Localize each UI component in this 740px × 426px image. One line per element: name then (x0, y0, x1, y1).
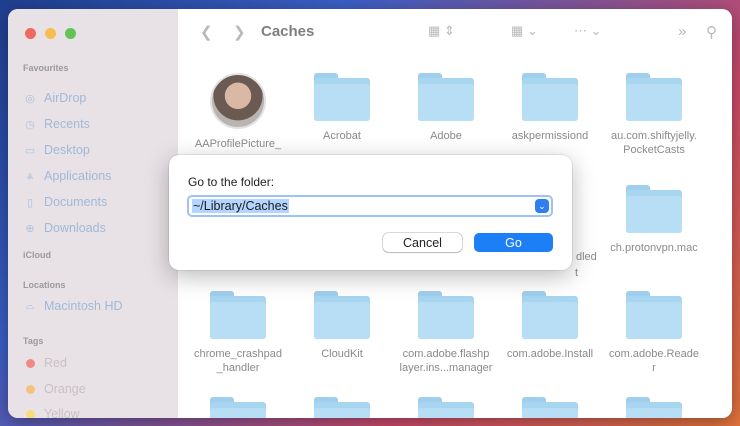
file-item[interactable]: Acrobat (290, 73, 394, 143)
favourites-header: Favourites (23, 63, 69, 73)
file-name: com.adobe.Install (506, 348, 594, 360)
file-name: Adobe (430, 130, 462, 142)
sidebar-item-label: Recents (44, 117, 90, 131)
minimize-button[interactable] (45, 28, 56, 39)
file-item[interactable]: CloudKit (290, 291, 394, 361)
zoom-button[interactable] (65, 28, 76, 39)
sidebar: Favourites ◎ AirDrop ◷ Recents ▭ Desktop ⩓ Appl… (8, 9, 178, 418)
file-item[interactable]: askpermissiond (498, 73, 602, 143)
sidebar-item-label: Documents (44, 195, 108, 209)
folder-icon (418, 291, 474, 339)
disk-icon: ⌓ (25, 299, 35, 312)
folder-icon[interactable] (626, 397, 682, 418)
file-name: ch.protonvpn.mac (610, 242, 698, 254)
search-icon[interactable]: ⚲ (706, 23, 717, 41)
file-name: com.adobe.flashp layer.ins...manager (399, 348, 493, 374)
profile-picture-icon (210, 73, 266, 129)
go-to-folder-dialog: Go to the folder: ~/Library/Caches ⌄ Can… (169, 155, 572, 270)
folder-icon (626, 291, 682, 339)
cancel-button[interactable]: Cancel (383, 233, 462, 252)
sidebar-tag-label: Orange (44, 382, 86, 396)
airdrop-icon: ◎ (25, 92, 35, 105)
close-button[interactable] (25, 28, 36, 39)
sidebar-item-label: Desktop (44, 143, 90, 157)
file-name: au.com.shiftyjelly. PocketCasts (611, 130, 697, 156)
folder-icon (626, 73, 682, 121)
double-chevron-icon[interactable]: » (678, 23, 686, 40)
icloud-header: iCloud (23, 250, 51, 260)
folder-icon (522, 291, 578, 339)
tag-dot-icon (26, 409, 35, 418)
sidebar-item-label: AirDrop (44, 91, 87, 105)
sidebar-item-1[interactable]: ◷ Recents (23, 115, 90, 133)
toolbar: ❮ ❯ Caches ▦ ⇕ ▦ ⌄ ⋯ ⌄ » ⚲ (178, 9, 732, 57)
sidebar-item-3[interactable]: ⩓ Applications (23, 167, 112, 185)
sidebar-item-2[interactable]: ▭ Desktop (23, 141, 90, 159)
sidebar-tag[interactable]: Red (23, 354, 67, 372)
locations-header: Locations (23, 280, 66, 290)
sidebar-tag-label: Red (44, 356, 67, 370)
folder-icon (522, 73, 578, 121)
document-icon: ▯ (26, 196, 34, 209)
chevron-down-icon[interactable]: ⌄ (535, 199, 549, 213)
clock-icon: ◷ (25, 118, 35, 131)
file-item[interactable]: chrome_crashpad _handler (186, 291, 290, 375)
tag-dot-icon (26, 358, 35, 368)
file-item[interactable]: com.adobe.Install (498, 291, 602, 361)
file-item[interactable]: au.com.shiftyjelly. PocketCasts (602, 73, 706, 157)
sidebar-tag[interactable]: Orange (23, 380, 86, 398)
folder-icon (314, 291, 370, 339)
file-name: CloudKit (321, 348, 363, 360)
folder-icon (210, 291, 266, 339)
partial-file-label: dled (576, 251, 597, 263)
partial-file-label: t (575, 267, 579, 279)
sidebar-item-5[interactable]: ⊕ Downloads (23, 219, 106, 237)
grid-view-icon[interactable]: ▦ ⇕ (428, 23, 455, 39)
file-name: askpermissiond (511, 130, 589, 142)
file-item[interactable]: com.adobe.Reade r (602, 291, 706, 375)
sidebar-item-4[interactable]: ▯ Documents (23, 193, 107, 211)
sidebar-item-label: Applications (44, 169, 112, 183)
more-icon[interactable]: ⋯ ⌄ (574, 23, 602, 39)
file-name: Acrobat (323, 130, 361, 142)
dialog-label: Go to the folder: (188, 175, 275, 189)
file-name: AAProfilePicture_ (194, 138, 282, 150)
applications-icon: ⩓ (26, 169, 34, 182)
folder-icon (626, 185, 682, 233)
chevron-right-icon[interactable]: ❯ (233, 23, 246, 41)
folder-icon (314, 73, 370, 121)
folder-icon (418, 73, 474, 121)
file-name: com.adobe.Reade r (609, 348, 699, 374)
file-item[interactable]: AAProfilePicture_ (186, 73, 290, 151)
group-icon[interactable]: ▦ ⌄ (511, 23, 538, 39)
folder-icon[interactable] (314, 397, 370, 418)
sidebar-item-location[interactable]: ⌓ Macintosh HD (23, 297, 123, 315)
file-item[interactable]: com.adobe.flashp layer.ins...manager (394, 291, 498, 375)
path-value[interactable]: ~/Library/Caches (192, 199, 289, 213)
sidebar-tag-label: Yellow (44, 407, 80, 418)
page-title: Caches (261, 23, 315, 40)
sidebar-item-label: Downloads (44, 221, 106, 235)
file-name: chrome_crashpad _handler (193, 348, 283, 374)
go-button[interactable]: Go (474, 233, 553, 252)
tag-dot-icon (26, 384, 35, 394)
sidebar-item-0[interactable]: ◎ AirDrop (23, 89, 86, 107)
desktop-icon: ▭ (24, 144, 36, 157)
path-input[interactable]: ~/Library/Caches ⌄ (187, 195, 553, 217)
sidebar-item-label: Macintosh HD (44, 299, 123, 313)
tags-header: Tags (23, 336, 44, 346)
file-item[interactable]: ch.protonvpn.mac (602, 185, 706, 255)
chevron-left-icon[interactable]: ❮ (200, 23, 213, 41)
folder-icon[interactable] (522, 397, 578, 418)
download-icon: ⊕ (25, 222, 35, 235)
folder-icon[interactable] (210, 397, 266, 418)
folder-icon[interactable] (418, 397, 474, 418)
file-item[interactable]: Adobe (394, 73, 498, 143)
sidebar-tag[interactable]: Yellow (23, 405, 80, 418)
